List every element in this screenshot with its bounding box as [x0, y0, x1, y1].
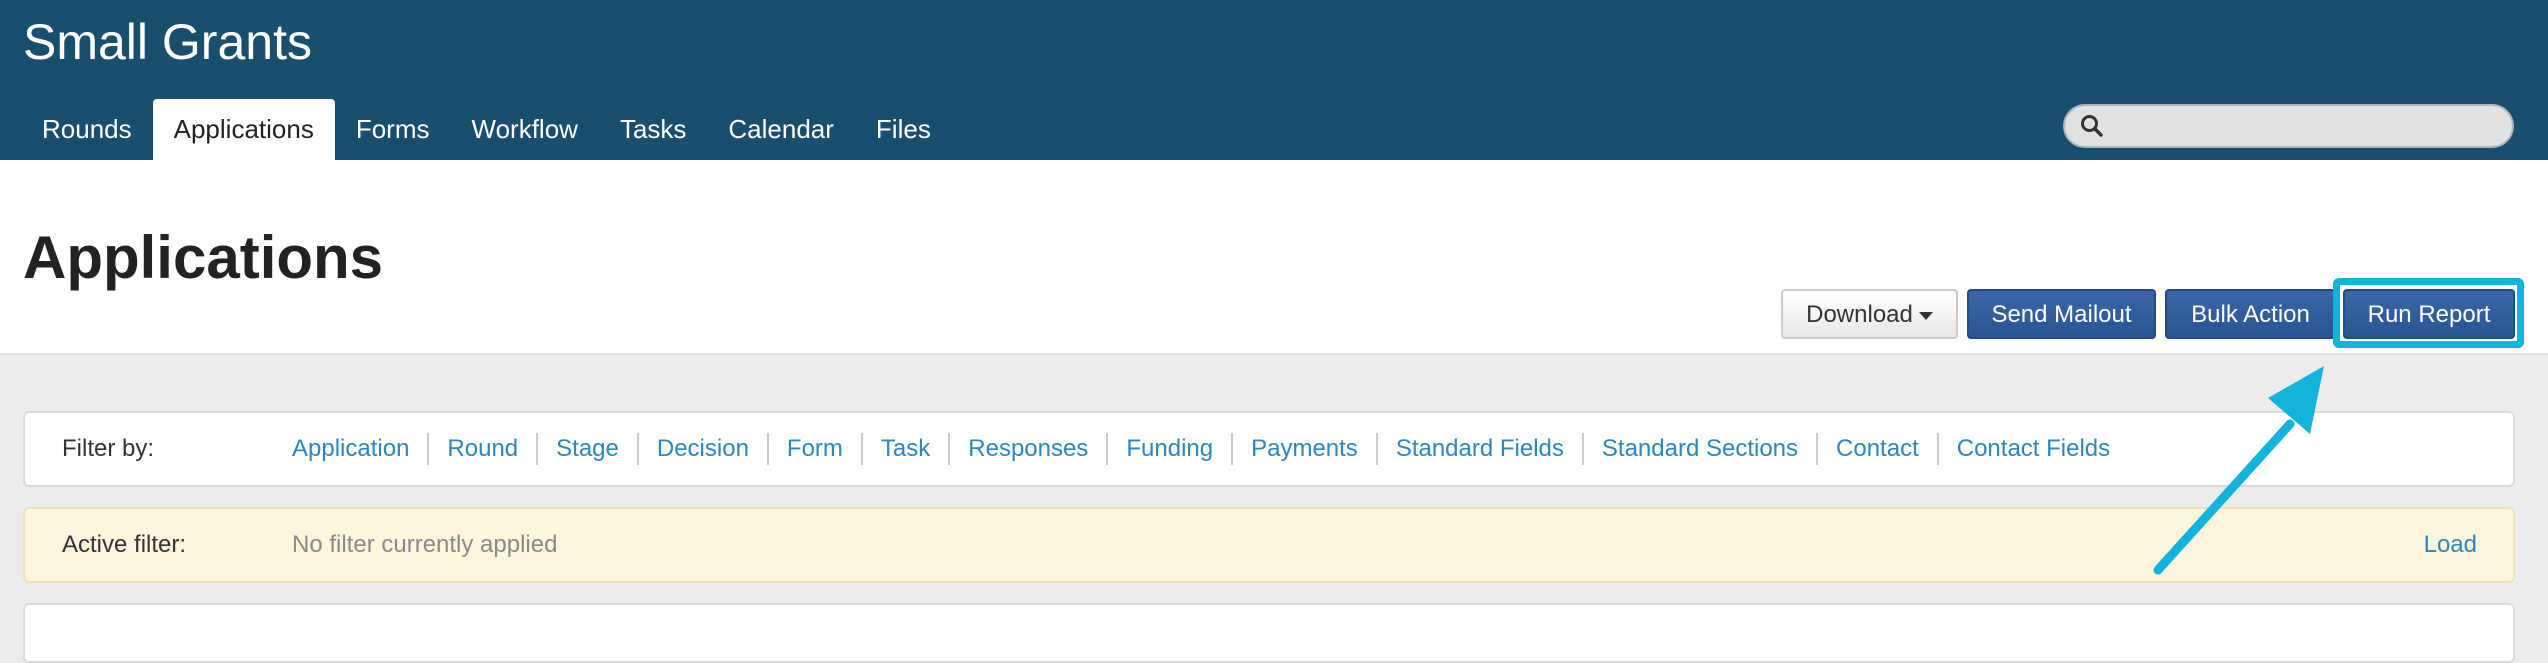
filter-link-standard-sections[interactable]: Standard Sections: [1581, 433, 1816, 465]
results-panel: [23, 603, 2515, 663]
download-button-label: Download: [1806, 301, 1913, 328]
load-filter-link[interactable]: Load: [2424, 509, 2477, 581]
run-report-button[interactable]: Run Report: [2343, 289, 2515, 339]
page-header: Applications Download Send Mailout Bulk …: [0, 160, 2548, 355]
filter-label: Filter by:: [62, 435, 155, 462]
filter-link-responses[interactable]: Responses: [948, 433, 1106, 465]
filter-link-stage[interactable]: Stage: [536, 433, 637, 465]
filter-link-funding[interactable]: Funding: [1106, 433, 1231, 465]
filter-link-payments[interactable]: Payments: [1231, 433, 1376, 465]
filter-panel: Filter by: Application Round Stage Decis…: [23, 411, 2515, 487]
tab-rounds[interactable]: Rounds: [21, 99, 153, 160]
search-box[interactable]: [2063, 104, 2514, 148]
tab-forms[interactable]: Forms: [335, 99, 451, 160]
bulk-action-button[interactable]: Bulk Action: [2165, 289, 2336, 339]
page-title: Applications: [23, 224, 384, 291]
search-icon: [2081, 115, 2103, 137]
main-nav: Rounds Applications Forms Workflow Tasks…: [0, 99, 952, 160]
active-filter-value: No filter currently applied: [292, 531, 558, 558]
tab-applications[interactable]: Applications: [152, 99, 335, 160]
filter-link-round[interactable]: Round: [427, 433, 536, 465]
filter-link-task[interactable]: Task: [860, 433, 948, 465]
filter-link-contact-fields[interactable]: Contact Fields: [1936, 433, 2128, 465]
download-button[interactable]: Download: [1781, 289, 1958, 339]
app-title: Small Grants: [23, 14, 312, 70]
search-input[interactable]: [2113, 110, 2503, 142]
filter-link-standard-fields[interactable]: Standard Fields: [1375, 433, 1582, 465]
tab-calendar[interactable]: Calendar: [707, 99, 855, 160]
filter-link-decision[interactable]: Decision: [636, 433, 767, 465]
filter-link-contact[interactable]: Contact: [1816, 433, 1937, 465]
tab-files[interactable]: Files: [855, 99, 952, 160]
caret-down-icon: [1918, 311, 1933, 320]
active-filter-label: Active filter:: [62, 531, 187, 558]
tab-workflow[interactable]: Workflow: [451, 99, 599, 160]
filter-links: Application Round Stage Decision Form Ta…: [292, 413, 2128, 485]
filter-link-form[interactable]: Form: [766, 433, 861, 465]
tab-tasks[interactable]: Tasks: [599, 99, 707, 160]
filter-link-application[interactable]: Application: [292, 433, 427, 465]
send-mailout-button[interactable]: Send Mailout: [1967, 289, 2156, 339]
active-filter-panel: Active filter: No filter currently appli…: [23, 507, 2515, 583]
top-header: Small Grants Rounds Applications Forms W…: [0, 0, 2548, 160]
